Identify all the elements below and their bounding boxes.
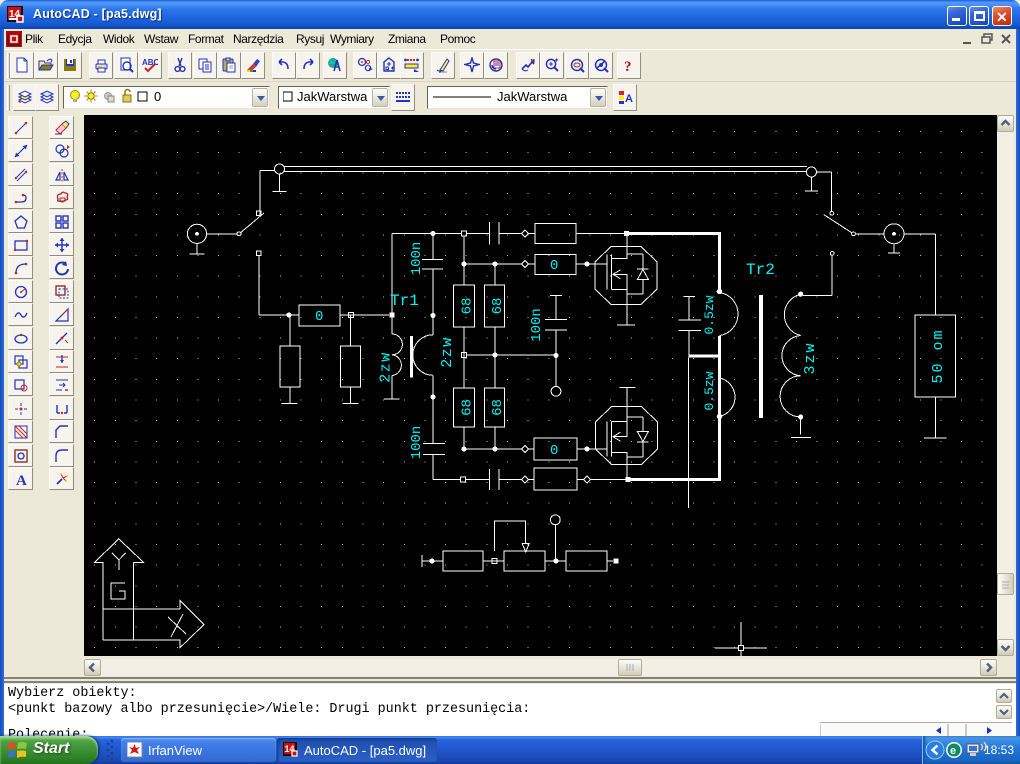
svg-text:0: 0: [550, 258, 558, 274]
svg-text:0.5zw: 0.5zw: [702, 371, 717, 410]
svg-text:50 om: 50 om: [930, 328, 947, 383]
svg-text:Tr1: Tr1: [390, 292, 419, 310]
svg-text:100n: 100n: [529, 308, 545, 342]
svg-text:68: 68: [490, 399, 506, 416]
svg-text:2zw: 2zw: [378, 351, 395, 383]
svg-text:A: A: [625, 93, 633, 105]
svg-text:100n: 100n: [409, 242, 425, 276]
svg-text:Tr2: Tr2: [746, 261, 775, 279]
svg-text:100n: 100n: [409, 426, 425, 460]
svg-text:A: A: [16, 473, 27, 487]
svg-text:68: 68: [460, 399, 476, 416]
svg-text:2zw: 2zw: [439, 336, 456, 368]
svg-text:0: 0: [154, 89, 161, 104]
svg-text:?: ?: [624, 59, 632, 73]
svg-text:0: 0: [315, 309, 323, 325]
svg-text:JakWarstwa: JakWarstwa: [297, 89, 368, 104]
svg-text:JakWarstwa: JakWarstwa: [497, 89, 568, 104]
svg-text:0.5zw: 0.5zw: [702, 295, 717, 334]
svg-text:0: 0: [550, 443, 558, 459]
svg-text:3zw: 3zw: [802, 341, 819, 374]
svg-text:68: 68: [460, 298, 476, 315]
svg-text:e: e: [950, 745, 956, 757]
svg-text:68: 68: [490, 298, 506, 315]
svg-text:ABC: ABC: [142, 58, 158, 67]
